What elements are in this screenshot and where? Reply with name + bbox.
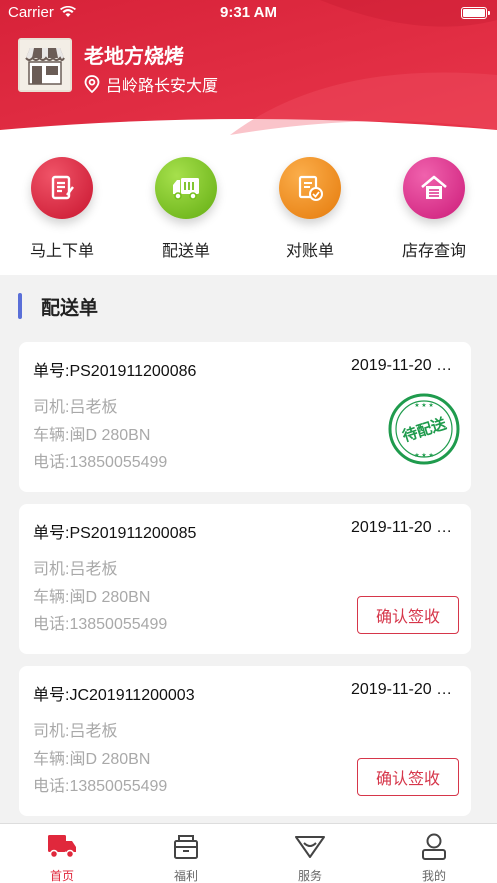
store-location[interactable]: 吕岭路长安大厦 [84,72,218,96]
pending-delivery-stamp: ★ ★ ★ ★ ★ ★ 待配送 [388,393,460,465]
tab-welfare-label: 福利 [173,869,198,883]
driver-name: 司机:吕老板 [33,561,118,578]
driver-phone: 电话:13850055499 [33,616,168,633]
vehicle-plate: 车辆:闽D 280BN [33,589,151,606]
quick-menu: 马上下单 配送单 对账单 店存查询 [0,135,497,275]
tab-mine[interactable]: 我的 [394,830,474,883]
delivery-card[interactable]: 单号:PS201911200086 2019-11-20 09:30 司机:吕老… [19,342,471,492]
tab-mine-label: 我的 [421,869,446,883]
quick-delivery-label: 配送单 [161,243,210,260]
delivery-card[interactable]: 单号:JC201911200003 2019-11-20 09:10 司机:吕老… [19,666,471,816]
confirm-receipt-button[interactable]: 确认签收 [357,758,459,796]
store-house-icon [403,157,465,219]
service-smile-icon [270,830,350,862]
stamp-text: 待配送 [400,414,449,445]
svg-text:★ ★ ★: ★ ★ ★ [414,452,433,459]
quick-stock-button[interactable]: 店存查询 [384,157,484,261]
order-form-icon [31,157,93,219]
order-number: 单号:JC201911200003 [33,687,195,704]
order-number: 单号:PS201911200086 [33,363,197,380]
order-date: 2019-11-20 09:30 [351,357,459,374]
delivery-truck-icon [155,157,217,219]
battery-icon [461,7,490,19]
tab-home[interactable]: 首页 [22,830,102,883]
tab-welfare[interactable]: 福利 [146,830,226,883]
quick-order-button[interactable]: 马上下单 [12,157,112,261]
home-truck-icon [22,830,102,862]
store-name: 老地方烧烤 [84,46,184,68]
confirm-receipt-button[interactable]: 确认签收 [357,596,459,634]
order-date: 2019-11-20 09:20 [351,519,459,536]
section-header: 配送单 [18,292,98,320]
section-accent-bar [18,293,22,319]
tab-service[interactable]: 服务 [270,830,350,883]
quick-delivery-button[interactable]: 配送单 [136,157,236,261]
quick-stock-label: 店存查询 [401,243,466,260]
quick-order-label: 马上下单 [29,243,94,260]
quick-bill-button[interactable]: 对账单 [260,157,360,261]
driver-phone: 电话:13850055499 [33,778,168,795]
order-number: 单号:PS201911200085 [33,525,197,542]
gift-box-icon [146,830,226,862]
tab-service-label: 服务 [297,869,322,883]
vehicle-plate: 车辆:闽D 280BN [33,427,151,444]
delivery-card[interactable]: 单号:PS201911200085 2019-11-20 09:20 司机:吕老… [19,504,471,654]
user-profile-icon [394,830,474,862]
svg-text:★ ★ ★: ★ ★ ★ [414,402,433,409]
location-pin-icon [84,75,100,93]
tab-home-label: 首页 [49,869,74,883]
bill-check-icon [279,157,341,219]
order-date: 2019-11-20 09:10 [351,681,459,698]
driver-name: 司机:吕老板 [33,399,118,416]
store-avatar[interactable] [18,38,72,92]
vehicle-plate: 车辆:闽D 280BN [33,751,151,768]
quick-bill-label: 对账单 [285,243,334,260]
status-bar: Carrier 9:31 AM [0,0,497,26]
header: Carrier 9:31 AM 老地方烧烤 吕岭路长安大厦 [0,0,497,135]
clock: 9:31 AM [220,4,277,21]
store-location-text: 吕岭路长安大厦 [106,78,219,95]
driver-phone: 电话:13850055499 [33,454,168,471]
section-title: 配送单 [41,297,99,319]
driver-name: 司机:吕老板 [33,723,118,740]
tab-bar: 首页 福利 服务 我的 [0,823,497,883]
storefront-icon [20,40,70,90]
